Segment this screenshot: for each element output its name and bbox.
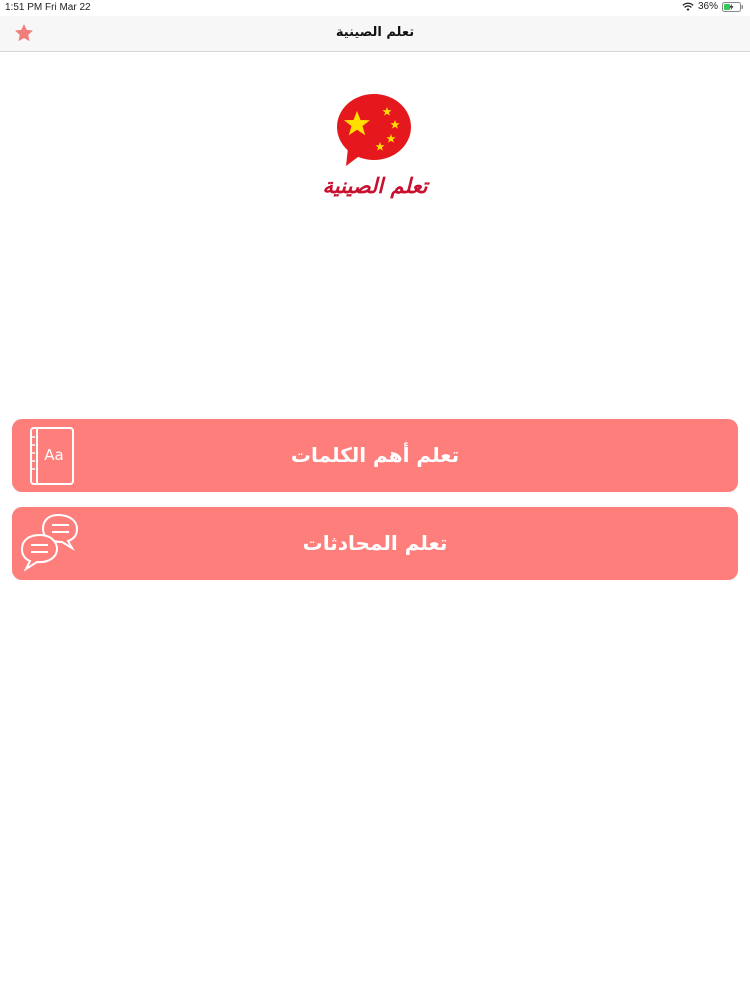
page-title: تعلم الصينية xyxy=(335,25,415,40)
app-logo: تعلم الصينية xyxy=(300,90,450,205)
learn-conversations-button[interactable]: تعلم المحادثات xyxy=(12,507,738,580)
status-bar: 1:51 PM Fri Mar 22 36% xyxy=(0,0,750,16)
logo-title: تعلم الصينية xyxy=(322,174,428,198)
learn-words-label: تعلم أهم الكلمات xyxy=(290,443,460,467)
china-flag-speech-bubble-icon xyxy=(337,94,411,166)
battery-percent: 36% xyxy=(697,1,718,12)
learn-conversations-label: تعلم المحادثات xyxy=(302,531,448,555)
status-date: Fri Mar 22 xyxy=(45,2,91,13)
wifi-icon xyxy=(682,2,694,12)
navigation-bar: تعلم الصينية xyxy=(0,16,750,52)
learn-words-button[interactable]: Aa تعلم أهم الكلمات xyxy=(12,419,738,492)
status-time: 1:51 PM xyxy=(5,2,43,13)
battery-charging-icon xyxy=(722,1,744,12)
status-indicators: 36% xyxy=(682,1,744,12)
